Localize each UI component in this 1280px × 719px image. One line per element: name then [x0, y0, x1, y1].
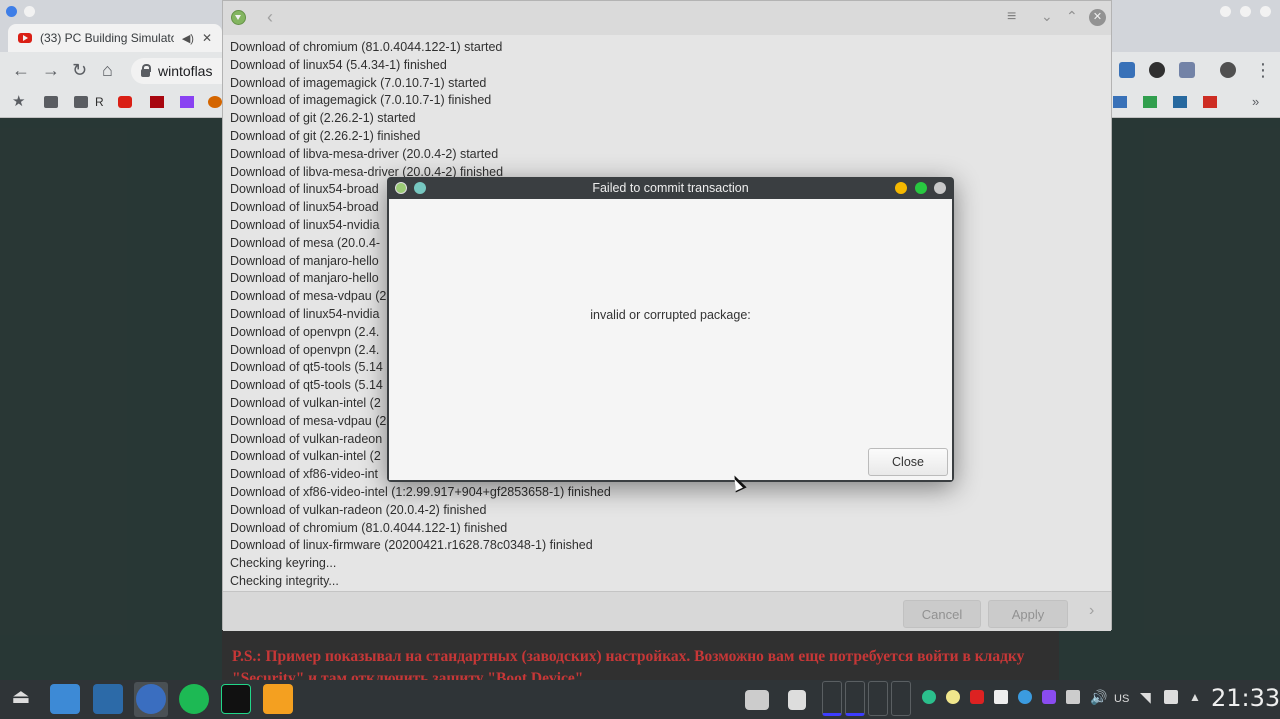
error-dialog: Failed to commit transaction invalid or … — [387, 177, 954, 482]
forward-arrow-icon[interactable]: › — [1089, 602, 1094, 620]
browser-tab-youtube[interactable]: (33) PC Building Simulato ◀) ✕ — [8, 24, 222, 52]
audio-icon[interactable]: ◀) — [182, 32, 194, 45]
lock-icon — [141, 64, 151, 77]
minimize-button[interactable] — [895, 182, 907, 194]
browser-tab-title: (33) PC Building Simulato — [40, 31, 174, 45]
telegram-icon[interactable] — [1018, 690, 1032, 704]
forward-arrow-icon[interactable]: → — [42, 60, 60, 80]
log-line: Checking keyring... — [230, 556, 337, 571]
log-line: Download of linux-firmware (20200421.r16… — [230, 538, 593, 553]
chrome-icon[interactable] — [136, 684, 166, 714]
spotify-icon[interactable] — [179, 684, 209, 714]
wifi-icon[interactable]: ◥ — [1140, 690, 1154, 704]
folder-icon[interactable] — [74, 96, 88, 108]
virtual-desktop-3[interactable] — [868, 681, 888, 716]
bookmark-label[interactable]: R — [95, 95, 104, 109]
virtual-desktop-2[interactable] — [845, 681, 865, 716]
log-line: Download of chromium (81.0.4044.122-1) s… — [230, 40, 503, 54]
close-button[interactable]: Close — [868, 448, 948, 476]
profile-avatar[interactable] — [1220, 62, 1236, 78]
folder-icon[interactable] — [44, 96, 58, 108]
window-icon[interactable] — [745, 690, 769, 710]
trash-icon[interactable] — [788, 690, 806, 710]
url-text: wintoflas — [158, 63, 213, 79]
browser-menu-icon[interactable]: ⋮ — [1254, 60, 1272, 80]
extension-icon-chart[interactable] — [1179, 62, 1195, 78]
log-line: Download of git (2.26.2-1) started — [230, 111, 416, 126]
error-message: invalid or corrupted package: — [590, 308, 751, 322]
chevron-down-icon[interactable]: ⌄ — [1041, 8, 1053, 25]
home-icon[interactable]: ⌂ — [102, 60, 113, 80]
window-minimize-button[interactable] — [1220, 6, 1231, 17]
tab-close-icon[interactable]: ✕ — [202, 31, 212, 45]
vscode-icon[interactable] — [93, 684, 123, 714]
window-dot — [24, 6, 35, 17]
back-arrow-icon[interactable]: ← — [12, 60, 30, 80]
log-line: Download of imagemagick (7.0.10.7-1) sta… — [230, 75, 487, 90]
virtual-desktop-4[interactable] — [891, 681, 911, 716]
reload-icon[interactable]: ↻ — [72, 60, 87, 80]
notes-icon[interactable] — [946, 690, 960, 704]
window-footer: Cancel Apply › — [223, 591, 1111, 631]
article-block: P.S.: Пример показывал на стандартных (з… — [222, 630, 1059, 687]
window-maximize-button[interactable] — [1240, 6, 1251, 17]
hamburger-menu-icon[interactable]: ≡ — [1007, 8, 1016, 26]
close-window-button[interactable] — [934, 182, 946, 194]
battery-icon[interactable] — [1164, 690, 1178, 704]
virtual-desktop-1[interactable] — [822, 681, 842, 716]
maximize-button[interactable] — [915, 182, 927, 194]
log-line: Download of linux54 (5.4.34-1) finished — [230, 57, 447, 72]
log-line: Download of libva-mesa-driver (20.0.4-2)… — [230, 146, 499, 161]
app-launcher-icon[interactable]: ⏏ — [6, 684, 36, 714]
update-notifier-icon[interactable] — [922, 690, 936, 704]
volume-icon[interactable]: 🔊 — [1090, 690, 1107, 704]
twitch-icon[interactable] — [180, 96, 194, 108]
netflix-icon[interactable] — [150, 96, 164, 108]
apply-button[interactable]: Apply — [988, 600, 1068, 628]
keyboard-layout[interactable]: US — [1114, 693, 1129, 705]
youtube-icon — [18, 33, 32, 43]
clock[interactable]: 21:33 — [1211, 684, 1280, 712]
jetbrains-toolbox-icon[interactable] — [1042, 690, 1056, 704]
log-line: Download of chromium (81.0.4044.122-1) f… — [230, 520, 508, 535]
bookmark-icon[interactable] — [208, 96, 222, 108]
dialog-body: invalid or corrupted package: Close — [389, 199, 952, 480]
chevron-up-icon[interactable]: ▲ — [1189, 690, 1203, 704]
media-play-icon[interactable] — [994, 690, 1008, 704]
shield-icon[interactable] — [970, 690, 984, 704]
log-line: Download of imagemagick (7.0.10.7-1) fin… — [230, 93, 492, 108]
bookmark-icon[interactable] — [1113, 96, 1127, 108]
dialog-title: Failed to commit transaction — [592, 181, 749, 195]
extension-icon-translate[interactable] — [1119, 62, 1135, 78]
log-line: Download of git (2.26.2-1) finished — [230, 128, 421, 143]
window-header: ‹ ≡ ⌄ ⌃ ✕ — [223, 1, 1111, 35]
youtube-icon[interactable] — [118, 96, 132, 108]
more-bookmarks-icon[interactable]: » — [1252, 92, 1259, 112]
gmail-icon[interactable] — [1203, 96, 1217, 108]
bookmark-icon[interactable] — [1173, 96, 1187, 108]
pamac-icon[interactable] — [263, 684, 293, 714]
maps-icon[interactable] — [1143, 96, 1157, 108]
clion-icon[interactable] — [221, 684, 251, 714]
window-close-button[interactable] — [1260, 6, 1271, 17]
chevron-up-icon[interactable]: ⌃ — [1066, 8, 1078, 25]
log-line: Download of vulkan-radeon (20.0.4-2) fin… — [230, 502, 487, 517]
dialog-title-bar: Failed to commit transaction — [387, 177, 954, 199]
file-manager-icon[interactable] — [50, 684, 80, 714]
back-arrow-icon[interactable]: ‹ — [267, 7, 273, 28]
chrome-logo-icon — [6, 6, 17, 17]
star-icon[interactable]: ★ — [12, 92, 25, 112]
clipboard-icon[interactable] — [1066, 690, 1080, 704]
close-icon[interactable]: ✕ — [1089, 9, 1106, 26]
log-line: Checking integrity... — [230, 573, 339, 588]
log-line: Download of xf86-video-intel (1:2.99.917… — [230, 484, 611, 499]
extension-icon-spy[interactable] — [1149, 62, 1165, 78]
cancel-button[interactable]: Cancel — [903, 600, 981, 628]
download-icon — [231, 10, 246, 25]
